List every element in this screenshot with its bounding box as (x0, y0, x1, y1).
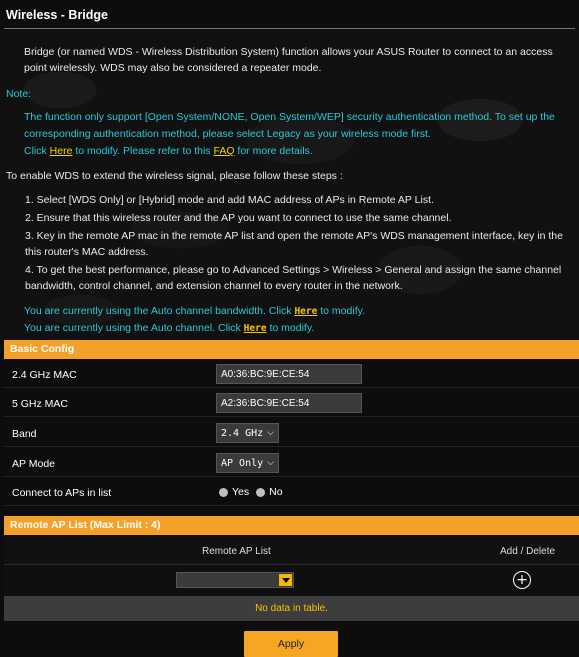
intro-text: Bridge (or named WDS - Wireless Distribu… (24, 46, 553, 74)
no-radio[interactable] (256, 487, 266, 497)
note-line-2: Click Here to modify. Please refer to th… (24, 143, 569, 160)
step-2: 2. Ensure that this wireless router and … (25, 212, 452, 224)
bandwidth-post: to modify. (317, 305, 365, 317)
band-select[interactable]: 2.4 GHz ⌵ (216, 423, 279, 443)
title-bar: Wireless - Bridge (0, 0, 579, 30)
channel-notice: You are currently using the Auto channel… (24, 322, 314, 334)
remote-ap-input-row: + (4, 565, 579, 595)
mac24-row: 2.4 GHz MAC (4, 361, 579, 388)
yes-label: Yes (232, 486, 250, 498)
band-value: 2.4 GHz (221, 427, 264, 439)
steps-intro: To enable WDS to extend the wireless sig… (6, 170, 343, 182)
note-more: for more details. (234, 145, 313, 157)
no-data-message: No data in table. (4, 596, 579, 621)
chevron-down-icon: ⌵ (267, 458, 274, 468)
steps-list: 1. Select [WDS Only] or [Hybrid] mode an… (25, 192, 565, 296)
mac24-label: 2.4 GHz MAC (12, 369, 77, 381)
note-line-1: The function only support [Open System/N… (24, 111, 555, 140)
bandwidth-here-link[interactable]: Here (294, 306, 317, 317)
basic-config-header: Basic Config (4, 340, 579, 359)
ap-mode-label: AP Mode (12, 458, 55, 470)
connect-radio-group: Yes No (219, 486, 283, 498)
ap-mode-select[interactable]: AP Only ⌵ (216, 453, 279, 473)
col-add-delete: Add / Delete (500, 546, 556, 557)
step-1: 1. Select [WDS Only] or [Hybrid] mode an… (25, 194, 434, 206)
page-title: Wireless - Bridge (6, 8, 109, 22)
channel-here-link[interactable]: Here (244, 323, 267, 334)
dropdown-button[interactable] (279, 574, 292, 586)
wireless-bridge-page: Wireless - Bridge Bridge (or named WDS -… (0, 0, 579, 657)
band-row: Band 2.4 GHz ⌵ (4, 420, 579, 447)
mac24-field[interactable] (216, 364, 362, 384)
col-remote-ap-list: Remote AP List (202, 546, 271, 557)
no-label: No (269, 486, 283, 498)
connect-label: Connect to APs in list (12, 487, 112, 499)
step-3: 3. Key in the remote AP mac in the remot… (25, 230, 563, 258)
note-click: Click (24, 145, 50, 157)
mac5-row: 5 GHz MAC (4, 390, 579, 417)
connect-row: Connect to APs in list Yes No (4, 479, 579, 506)
ap-mode-row: AP Mode AP Only ⌵ (4, 450, 579, 477)
channel-text: You are currently using the Auto channel… (24, 322, 244, 334)
ap-mode-value: AP Only (221, 457, 264, 469)
remote-ap-list-header: Remote AP List (Max Limit : 4) (4, 516, 579, 535)
here-link[interactable]: Here (50, 145, 73, 157)
yes-radio[interactable] (219, 487, 228, 497)
add-icon[interactable]: + (513, 571, 531, 589)
chevron-down-icon: ⌵ (267, 428, 274, 438)
remote-table-header: Remote AP List Add / Delete (4, 535, 579, 565)
faq-link[interactable]: FAQ (213, 145, 234, 157)
title-divider (4, 28, 575, 29)
note-label: Note: (6, 88, 32, 100)
channel-post: to modify. (266, 322, 315, 334)
bandwidth-notice: You are currently using the Auto channel… (24, 305, 365, 317)
mac5-label: 5 GHz MAC (12, 398, 69, 410)
band-label: Band (12, 428, 37, 440)
step-4: 4. To get the best performance, please g… (25, 264, 562, 292)
mac5-field[interactable] (216, 393, 362, 413)
note-refer: to modify. Please refer to this (72, 145, 214, 157)
chevron-down-icon (281, 577, 290, 583)
remote-ap-input[interactable] (176, 572, 294, 588)
note-text: The function only support [Open System/N… (24, 109, 569, 160)
bandwidth-text: You are currently using the Auto channel… (24, 305, 295, 317)
apply-button[interactable]: Apply (244, 631, 338, 657)
